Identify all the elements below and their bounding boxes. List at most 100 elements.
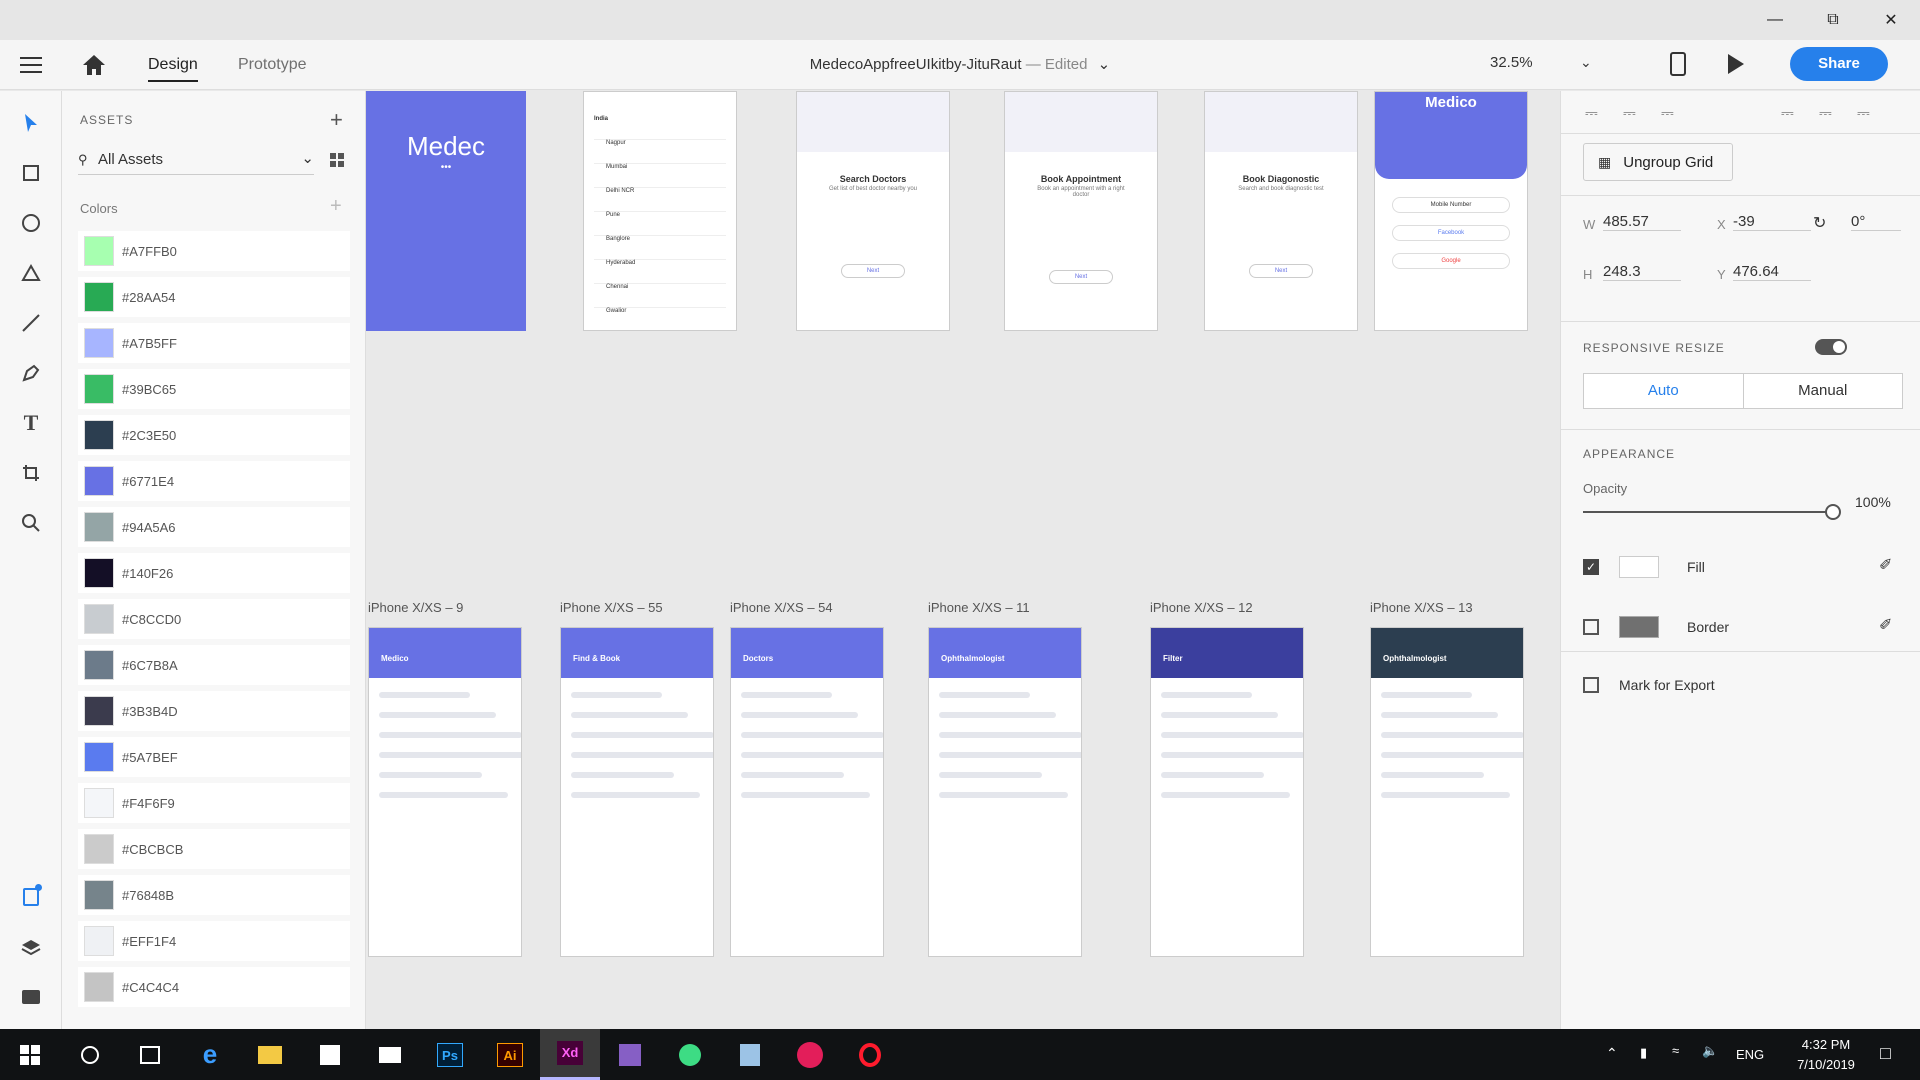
color-swatch-row[interactable]: #F4F6F9 <box>78 783 350 823</box>
opacity-slider-handle[interactable] <box>1825 504 1841 520</box>
border-checkbox[interactable] <box>1583 619 1599 635</box>
fill-color-swatch[interactable] <box>1619 556 1659 578</box>
responsive-resize-toggle[interactable] <box>1815 339 1847 355</box>
align-middle-icon[interactable]: ⎓ <box>1623 105 1636 123</box>
3d-app-icon[interactable] <box>720 1029 780 1080</box>
tab-design[interactable]: Design <box>148 40 198 90</box>
visual-studio-icon[interactable] <box>600 1029 660 1080</box>
zoom-tool-icon[interactable] <box>15 507 47 539</box>
flickr-app-icon[interactable] <box>780 1029 840 1080</box>
home-icon[interactable] <box>82 54 106 76</box>
volume-icon[interactable]: 🔈 <box>1702 1043 1718 1059</box>
artboard-name[interactable]: iPhone X/XS – 54 <box>730 600 833 615</box>
text-tool-icon[interactable]: T <box>15 407 47 439</box>
share-button[interactable]: Share <box>1790 47 1888 81</box>
grid-view-icon[interactable] <box>330 153 344 172</box>
y-field[interactable]: 476.64 <box>1733 263 1811 281</box>
manual-button[interactable]: Manual <box>1744 374 1903 408</box>
add-asset-icon[interactable]: + <box>330 107 343 133</box>
color-swatch-row[interactable]: #3B3B4D <box>78 691 350 731</box>
xd-icon[interactable]: Xd <box>540 1029 600 1080</box>
design-canvas[interactable]: Medec ••• India Nagpur Mumbai Delhi NCR Pune… <box>366 91 1560 1029</box>
edge-icon[interactable]: e <box>180 1029 240 1080</box>
artboard-name[interactable]: iPhone X/XS – 9 <box>368 600 463 615</box>
color-swatch-row[interactable]: #A7B5FF <box>78 323 350 363</box>
artboard-name[interactable]: iPhone X/XS – 13 <box>1370 600 1473 615</box>
illustrator-icon[interactable]: Ai <box>480 1029 540 1080</box>
zoom-level[interactable]: 32.5% <box>1490 54 1590 71</box>
add-color-icon[interactable]: + <box>330 195 342 218</box>
play-icon[interactable] <box>1728 54 1744 74</box>
ungroup-grid-button[interactable]: ▦ Ungroup Grid <box>1583 143 1733 181</box>
color-swatch-row[interactable]: #39BC65 <box>78 369 350 409</box>
search-icon[interactable] <box>60 1029 120 1080</box>
photoshop-icon[interactable]: Ps <box>420 1029 480 1080</box>
auto-button[interactable]: Auto <box>1584 374 1744 408</box>
tab-prototype[interactable]: Prototype <box>238 40 306 90</box>
align-right-icon[interactable]: ⎓ <box>1857 105 1870 123</box>
export-checkbox[interactable] <box>1583 677 1599 693</box>
artboard[interactable]: Filter <box>1150 627 1304 957</box>
opera-icon[interactable] <box>840 1029 900 1080</box>
artboard[interactable]: Doctors <box>730 627 884 957</box>
layers-icon[interactable] <box>15 931 47 963</box>
android-studio-icon[interactable] <box>660 1029 720 1080</box>
height-field[interactable]: 248.3 <box>1603 263 1681 281</box>
border-color-swatch[interactable] <box>1619 616 1659 638</box>
color-swatch-row[interactable]: #6C7B8A <box>78 645 350 685</box>
onboard-artboard-2[interactable]: Book Appointment Book an appointment wit… <box>1004 91 1158 331</box>
polygon-tool-icon[interactable] <box>15 257 47 289</box>
color-swatch-row[interactable]: #5A7BEF <box>78 737 350 777</box>
width-field[interactable]: 485.57 <box>1603 213 1681 231</box>
onboard-artboard-3[interactable]: Book Diagonostic Search and book diagnos… <box>1204 91 1358 331</box>
artboard-name[interactable]: iPhone X/XS – 12 <box>1150 600 1253 615</box>
color-swatch-row[interactable]: #A7FFB0 <box>78 231 350 271</box>
eyedropper-icon[interactable]: ✐ <box>1879 555 1892 575</box>
color-swatch-row[interactable]: #6771E4 <box>78 461 350 501</box>
color-swatch-row[interactable]: #140F26 <box>78 553 350 593</box>
color-swatch-row[interactable]: #CBCBCB <box>78 829 350 869</box>
color-swatch-row[interactable]: #C4C4C4 <box>78 967 350 1007</box>
x-field[interactable]: -39 <box>1733 213 1811 231</box>
wifi-icon[interactable]: ≈ <box>1672 1043 1679 1058</box>
align-center-icon[interactable]: ⎓ <box>1819 105 1832 123</box>
windows-start-icon[interactable] <box>0 1029 60 1080</box>
zoom-dropdown-icon[interactable]: ⌄ <box>1580 54 1592 71</box>
assets-panel-icon[interactable] <box>15 881 47 913</box>
onboard-artboard-1[interactable]: Search Doctors Get list of best doctor n… <box>796 91 950 331</box>
tray-chevron-icon[interactable]: ⌃ <box>1606 1045 1618 1062</box>
artboard-name[interactable]: iPhone X/XS – 11 <box>928 600 1030 615</box>
artboard-name[interactable]: iPhone X/XS – 55 <box>560 600 663 615</box>
rectangle-tool-icon[interactable] <box>15 157 47 189</box>
align-bottom-icon[interactable]: ⎓ <box>1661 105 1674 123</box>
clock-date[interactable]: 7/10/2019 <box>1786 1057 1866 1072</box>
rotation-field[interactable]: 0° <box>1851 213 1901 231</box>
city-list-artboard[interactable]: India Nagpur Mumbai Delhi NCR Pune Banglore Hy… <box>583 91 737 331</box>
color-swatch-row[interactable]: #76848B <box>78 875 350 915</box>
opacity-value[interactable]: 100% <box>1855 494 1891 510</box>
align-top-icon[interactable]: ⎓ <box>1585 105 1598 123</box>
clock-time[interactable]: 4:32 PM <box>1786 1037 1866 1052</box>
ellipse-tool-icon[interactable] <box>15 207 47 239</box>
file-explorer-icon[interactable] <box>240 1029 300 1080</box>
chevron-down-icon[interactable]: ⌄ <box>301 149 314 167</box>
login-artboard[interactable]: Medico Mobile Number Facebook Google <box>1374 91 1528 331</box>
line-tool-icon[interactable] <box>15 307 47 339</box>
artboard-tool-icon[interactable] <box>15 457 47 489</box>
language-indicator[interactable]: ENG <box>1736 1047 1764 1062</box>
color-swatch-row[interactable]: #EFF1F4 <box>78 921 350 961</box>
store-icon[interactable] <box>300 1029 360 1080</box>
minimize-icon[interactable]: — <box>1752 0 1798 40</box>
eyedropper-icon[interactable]: ✐ <box>1879 615 1892 635</box>
battery-icon[interactable]: ▮ <box>1640 1045 1647 1061</box>
artboard[interactable]: Ophthalmologist <box>1370 627 1524 957</box>
close-icon[interactable]: ✕ <box>1868 0 1914 40</box>
plugins-icon[interactable] <box>15 981 47 1013</box>
artboard[interactable]: Ophthalmologist <box>928 627 1082 957</box>
mail-icon[interactable] <box>360 1029 420 1080</box>
chevron-down-icon[interactable]: ⌄ <box>1098 56 1111 73</box>
assets-filter[interactable]: ⚲ All Assets ⌄ <box>78 147 314 175</box>
device-preview-icon[interactable] <box>1670 52 1686 76</box>
task-view-icon[interactable] <box>120 1029 180 1080</box>
color-swatch-row[interactable]: #C8CCD0 <box>78 599 350 639</box>
